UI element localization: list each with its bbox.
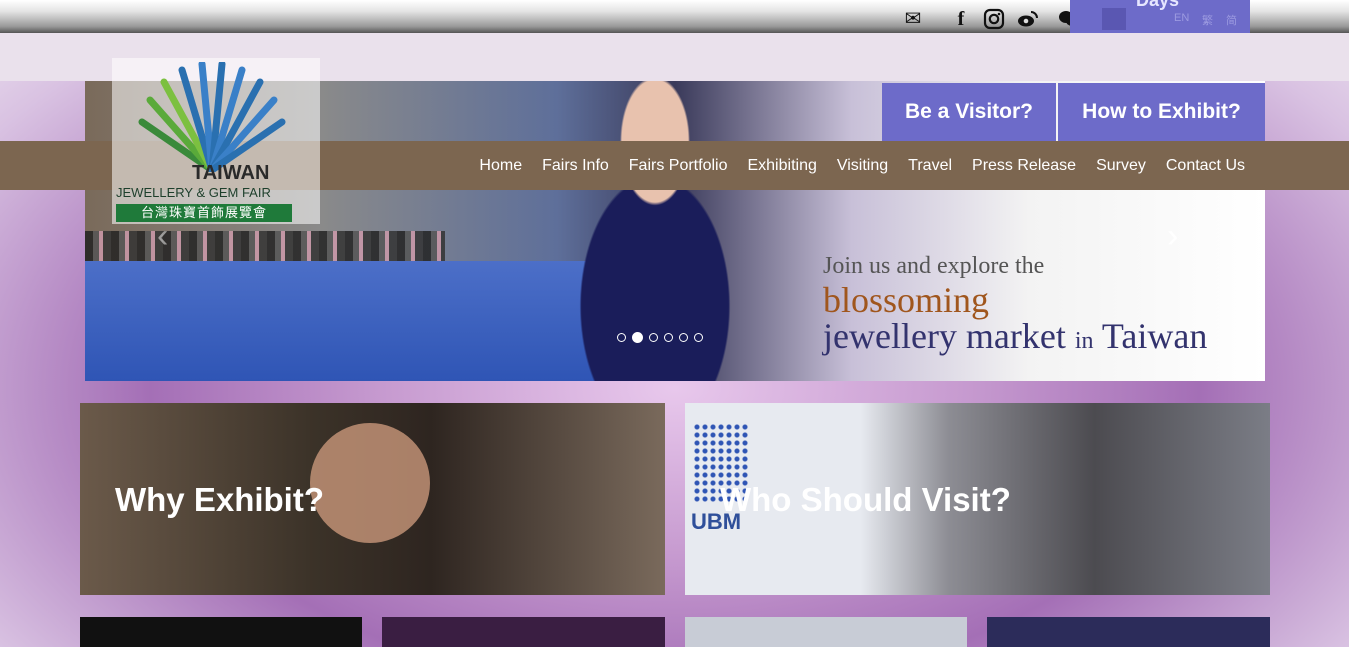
be-a-visitor-button[interactable]: Be a Visitor? xyxy=(882,83,1056,141)
slider-dot[interactable] xyxy=(679,333,688,342)
hero-caption-line2: blossoming xyxy=(823,280,990,320)
hero-caption-line3-a: jewellery market xyxy=(823,316,1066,356)
slider-dot[interactable] xyxy=(664,333,673,342)
why-exhibit-card[interactable]: Why Exhibit? xyxy=(80,403,665,595)
logo-subtitle: JEWELLERY & GEM FAIR xyxy=(116,185,271,200)
slider-dot-active[interactable] xyxy=(632,332,643,343)
hero-caption-line3-c: Taiwan xyxy=(1101,316,1208,356)
nav-survey[interactable]: Survey xyxy=(1096,157,1146,175)
prev-slide-arrow-icon[interactable]: ‹ xyxy=(157,219,168,253)
next-slide-arrow-icon[interactable]: › xyxy=(1167,219,1178,253)
card-photo-person xyxy=(310,423,430,543)
facebook-icon[interactable]: f xyxy=(950,8,972,30)
nav-fairs-info[interactable]: Fairs Info xyxy=(542,157,609,175)
instagram-icon[interactable] xyxy=(983,8,1005,30)
hero-caption-line1: Join us and explore the xyxy=(823,253,1045,279)
hero-caption-line3-b: in xyxy=(1074,328,1094,354)
nav-visiting[interactable]: Visiting xyxy=(837,157,888,175)
lang-en[interactable]: EN xyxy=(1174,12,1189,24)
how-to-exhibit-button[interactable]: How to Exhibit? xyxy=(1058,83,1265,141)
top-bar: ✉ f Days EN 繁 简 xyxy=(0,0,1349,33)
weibo-icon[interactable] xyxy=(1017,8,1039,30)
countdown-box[interactable]: Days EN 繁 简 xyxy=(1070,0,1250,33)
slider-dot[interactable] xyxy=(649,333,658,342)
slider-dot[interactable] xyxy=(694,333,703,342)
nav-fairs-portfolio[interactable]: Fairs Portfolio xyxy=(629,157,728,175)
qr-code-icon[interactable] xyxy=(1102,8,1126,30)
nav-exhibiting[interactable]: Exhibiting xyxy=(747,157,816,175)
lang-simplified-chinese[interactable]: 简 xyxy=(1226,12,1237,28)
why-exhibit-title: Why Exhibit? xyxy=(115,481,324,518)
nav-contact-us[interactable]: Contact Us xyxy=(1166,157,1245,175)
mail-icon[interactable]: ✉ xyxy=(902,8,924,30)
hero-caption-line3: jewellery market in Taiwan xyxy=(823,318,1207,359)
bottom-tile-2[interactable] xyxy=(382,617,665,647)
logo-taiwan-text: TAIWAN xyxy=(192,162,270,184)
slider-dot[interactable] xyxy=(617,333,626,342)
nav-press-release[interactable]: Press Release xyxy=(972,157,1076,175)
lang-traditional-chinese[interactable]: 繁 xyxy=(1202,12,1213,28)
who-should-visit-card[interactable]: UBM Who Should Visit? xyxy=(685,403,1270,595)
logo-fan-icon xyxy=(138,62,286,172)
countdown-days-label: Days xyxy=(1136,0,1180,10)
site-logo[interactable]: TAIWAN JEWELLERY & GEM FAIR 台灣珠寶首飾展覽會 xyxy=(112,58,320,224)
slider-dots xyxy=(617,332,703,343)
who-should-visit-title: Who Should Visit? xyxy=(720,481,1011,518)
nav-travel[interactable]: Travel xyxy=(908,157,952,175)
bottom-tile-3[interactable] xyxy=(685,617,967,647)
bottom-tile-1[interactable] xyxy=(80,617,362,647)
nav-home[interactable]: Home xyxy=(479,157,522,175)
bottom-tile-4[interactable] xyxy=(987,617,1270,647)
nav-links: Home Fairs Info Fairs Portfolio Exhibiti… xyxy=(479,141,1245,190)
hero-caption: Join us and explore the blossoming jewel… xyxy=(823,253,1207,359)
logo-chinese-title: 台灣珠寶首飾展覽會 xyxy=(116,204,292,222)
